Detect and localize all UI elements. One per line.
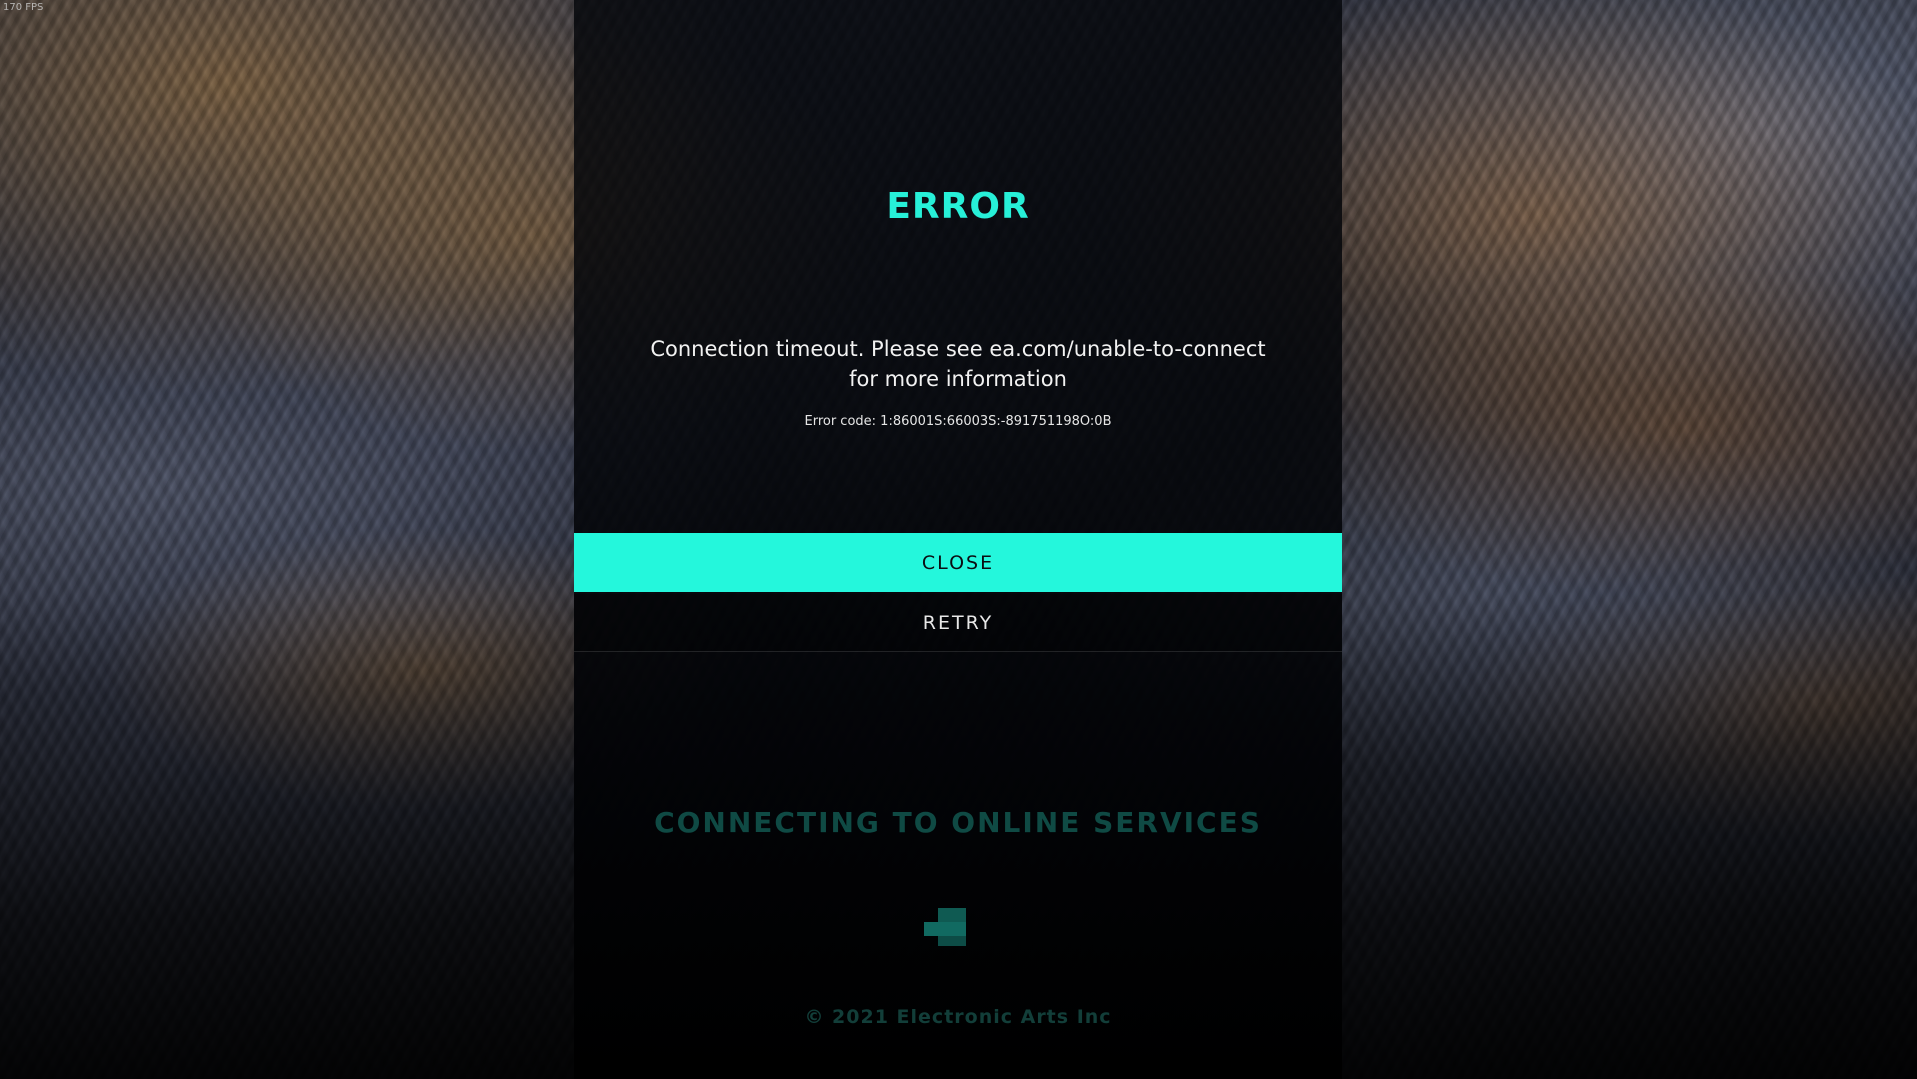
loading-blocks-icon [924,908,966,946]
retry-button-label: RETRY [922,611,994,634]
connecting-status: CONNECTING TO ONLINE SERVICES [654,806,1262,839]
dialog-title: ERROR [886,186,1030,227]
error-code: Error code: 1:86001S:66003S:-891751198O:… [804,414,1112,429]
close-button-label: CLOSE [921,551,995,574]
error-dialog: ERROR Connection timeout. Please see ea.… [574,0,1342,1079]
retry-button[interactable]: RETRY [574,594,1342,652]
fps-counter: 170 FPS [3,2,44,13]
error-message-line-2: for more information [849,367,1067,391]
copyright-notice: © 2021 Electronic Arts Inc [804,1006,1112,1028]
game-screen: 170 FPS ERROR Connection timeout. Please… [0,0,1917,1079]
error-message-line-1: Connection timeout. Please see ea.com/un… [650,337,1266,361]
close-button[interactable]: CLOSE [574,533,1342,592]
error-message: Connection timeout. Please see ea.com/un… [614,334,1302,394]
